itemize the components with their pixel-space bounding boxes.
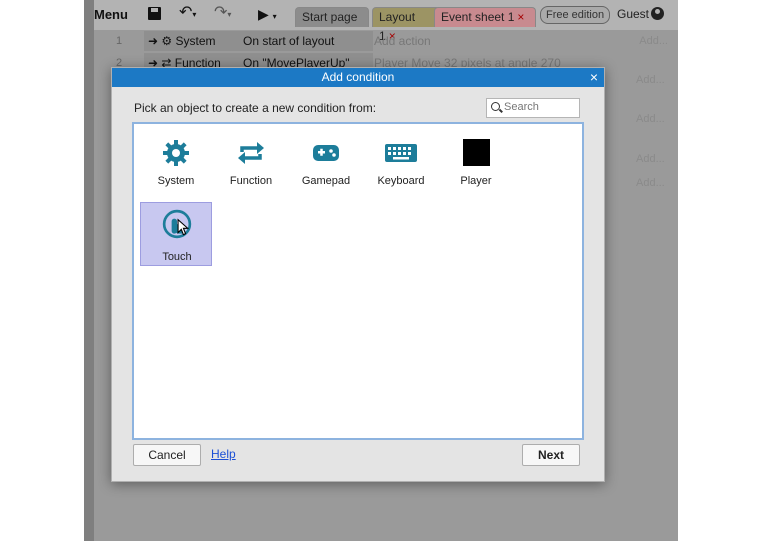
object-keyboard[interactable]: Keyboard <box>365 127 437 189</box>
event-object-label: System <box>175 34 216 48</box>
cancel-button[interactable]: Cancel <box>133 444 201 466</box>
object-label: Keyboard <box>377 175 425 187</box>
save-icon[interactable] <box>148 7 161 20</box>
add-link[interactable]: Add... <box>636 177 665 189</box>
object-label: Touch <box>162 251 192 263</box>
add-link[interactable]: Add... <box>636 113 665 125</box>
object-label: Function <box>229 175 273 187</box>
gamepad-icon <box>313 145 339 161</box>
main-toolbar: Menu ↶▾ ↷▾ ▶ ▾ Start page Layout 1 × Even… <box>84 0 678 43</box>
object-label: Player <box>460 175 492 187</box>
tab-label: Start page <box>302 10 358 24</box>
event-row[interactable]: 1 ➜ ⚙ System On start of layout Add acti… <box>94 31 678 51</box>
object-player[interactable]: Player <box>440 127 512 189</box>
search-placeholder: Search <box>504 101 539 113</box>
event-trigger[interactable]: On start of layout <box>239 31 373 51</box>
add-action-link[interactable]: Add action <box>374 31 431 51</box>
tab-event-sheet-1[interactable]: Event sheet 1 × <box>434 7 536 27</box>
add-link[interactable]: Add... <box>636 153 665 165</box>
free-edition-badge[interactable]: Free edition <box>540 6 611 24</box>
next-button[interactable]: Next <box>522 444 580 466</box>
search-icon <box>491 102 500 111</box>
add-link[interactable]: Add... <box>636 74 665 86</box>
black-square-icon <box>463 139 490 166</box>
dialog-title-text: Add condition <box>321 70 395 84</box>
tab-label: Event sheet 1 <box>441 10 515 24</box>
user-label[interactable]: Guest <box>617 7 649 21</box>
tab-start-page[interactable]: Start page <box>295 7 369 27</box>
event-number: 1 <box>116 35 123 47</box>
object-label: System <box>157 175 195 187</box>
help-link[interactable]: Help <box>211 447 236 461</box>
undo-icon[interactable]: ↶▾ <box>179 4 196 22</box>
dialog-title: Add condition × <box>112 68 604 87</box>
close-icon[interactable]: × <box>590 68 598 87</box>
search-input[interactable]: Search <box>486 98 580 118</box>
object-label: Gamepad <box>301 175 351 187</box>
add-condition-dialog: Add condition × Pick an object to create… <box>111 67 605 482</box>
gear-icon <box>163 140 189 166</box>
menu-button[interactable]: Menu <box>94 6 128 24</box>
close-icon[interactable]: × <box>517 10 524 24</box>
tab-layout-1[interactable]: Layout 1 × <box>372 7 440 43</box>
event-object[interactable]: ➜ ⚙ System <box>144 31 250 51</box>
object-list: System Function Gamepad Keyboard Player … <box>132 122 584 440</box>
repeat-arrows-icon <box>238 142 264 164</box>
touch-hand-icon <box>162 209 192 239</box>
keyboard-icon <box>385 144 417 162</box>
redo-icon[interactable]: ↷▾ <box>214 4 231 22</box>
add-link[interactable]: Add... <box>639 31 668 51</box>
object-gamepad[interactable]: Gamepad <box>290 127 362 189</box>
left-panel-edge <box>84 0 94 541</box>
object-system[interactable]: System <box>140 127 212 189</box>
object-touch[interactable]: Touch <box>140 202 212 266</box>
user-avatar-icon[interactable] <box>651 7 664 20</box>
object-function[interactable]: Function <box>215 127 287 189</box>
dialog-prompt: Pick an object to create a new condition… <box>134 101 377 115</box>
preview-play-icon[interactable]: ▶ ▾ <box>258 5 277 23</box>
